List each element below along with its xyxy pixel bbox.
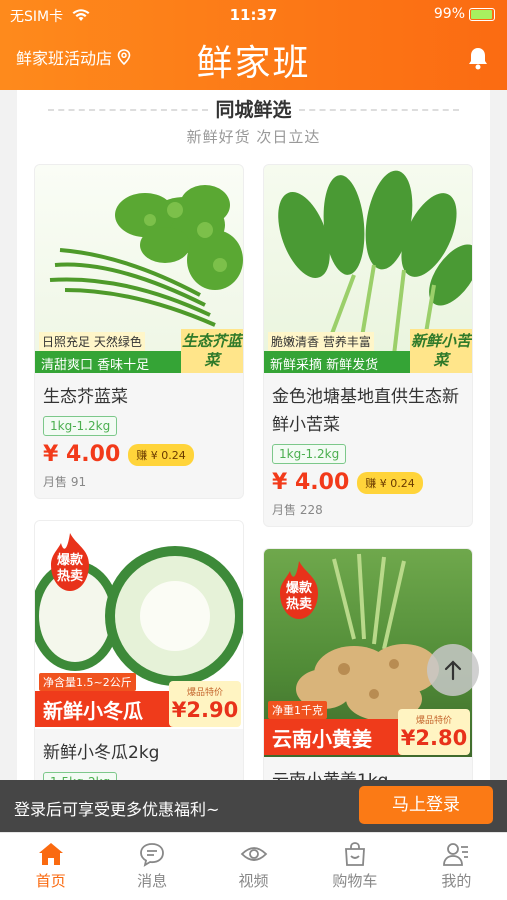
- tab-label: 消息: [137, 872, 168, 890]
- promo-banner: 净含量1.5~2公斤 新鲜小冬瓜 爆品特价 ¥2.90: [35, 671, 243, 729]
- monthly-sales: 月售 228: [272, 503, 323, 517]
- promo-subtext: 净含量1.5~2公斤: [39, 673, 136, 691]
- product-spec: 1kg-1.2kg: [272, 444, 347, 464]
- image-promo-strip: 脆嫩清香 营养丰富 新鲜采摘 新鲜发货 新鲜小苦菜: [264, 329, 472, 373]
- notification-bell-icon[interactable]: [467, 46, 489, 70]
- product-spec: 1.5kg-2kg: [43, 772, 118, 780]
- image-tag-top: 日照充足 天然绿色: [39, 332, 145, 351]
- video-eye-icon: [240, 847, 267, 861]
- tab-label: 我的: [441, 872, 472, 890]
- clock: 11:37: [229, 6, 278, 24]
- hot-sale-badge: 爆款热卖: [270, 559, 328, 623]
- earn-badge: 赚 ¥ 0.24: [357, 471, 423, 494]
- promo-title: 云南小黄姜: [264, 719, 404, 755]
- arrow-up-icon: [444, 660, 462, 681]
- product-image-kucai: 脆嫩清香 营养丰富 新鲜采摘 新鲜发货 新鲜小苦菜: [264, 165, 472, 373]
- promo-price-box: 爆品特价 ¥2.90: [169, 681, 241, 727]
- product-card[interactable]: 脆嫩清香 营养丰富 新鲜采摘 新鲜发货 新鲜小苦菜 金色池塘基地直供生态新鲜小苦…: [263, 164, 473, 527]
- promo-price-label: 爆品特价: [415, 716, 452, 726]
- image-tag-bottom: 新鲜采摘 新鲜发货: [264, 351, 414, 373]
- product-section: 同城鲜选 新鲜好货 次日立达 日照充足 天然绿色 清甜爽口 香味十足 生态芥蓝菜: [17, 90, 490, 780]
- product-name: 新鲜小冬瓜2kg: [43, 743, 160, 763]
- promo-price: ¥2.90: [171, 698, 239, 722]
- product-image-donggua: 爆款热卖 净含量1.5~2公斤 新鲜小冬瓜 爆品特价 ¥2.90: [35, 521, 243, 729]
- image-promo-strip: 日照充足 天然绿色 清甜爽口 香味十足 生态芥蓝菜: [35, 329, 243, 373]
- product-price: ¥ 4.00: [272, 470, 350, 495]
- home-icon: [38, 843, 63, 865]
- promo-price-box: 爆品特价 ¥2.80: [398, 709, 470, 755]
- bottom-tab-bar: 首页 消息 视频 购物车 我的: [0, 832, 507, 900]
- tab-video[interactable]: 视频: [203, 833, 304, 900]
- login-prompt-bar: 登录后可享受更多优惠福利~ 马上登录: [0, 780, 507, 832]
- status-bar: 无SIM卡 11:37 99%: [0, 6, 507, 26]
- product-card[interactable]: 日照充足 天然绿色 清甜爽口 香味十足 生态芥蓝菜 生态芥蓝菜 1kg-1.2k…: [34, 164, 244, 499]
- earn-badge: 赚 ¥ 0.24: [128, 443, 194, 466]
- battery-percent: 99%: [433, 6, 465, 22]
- battery-icon: [469, 7, 495, 21]
- battery-status: 99%: [434, 6, 495, 22]
- section-header: 同城鲜选 新鲜好货 次日立达: [17, 90, 490, 147]
- promo-subtext: 净重1千克: [268, 701, 327, 719]
- login-prompt-text: 登录后可享受更多优惠福利~: [14, 800, 220, 819]
- tab-label: 首页: [35, 872, 66, 890]
- price-row: ¥ 4.00 赚 ¥ 0.24: [264, 464, 472, 495]
- monthly-sales: 月售 91: [43, 475, 87, 489]
- price-row: ¥ 4.00 赚 ¥ 0.24: [35, 436, 243, 467]
- tab-home[interactable]: 首页: [0, 833, 101, 900]
- app-header: 无SIM卡 11:37 99% 鲜家班活动店 鲜家班: [0, 0, 507, 90]
- login-now-button[interactable]: 马上登录: [359, 786, 493, 824]
- promo-price-label: 爆品特价: [186, 688, 223, 698]
- tab-label: 视频: [238, 872, 269, 890]
- image-tag-top: 脆嫩清香 营养丰富: [268, 332, 374, 351]
- product-name: 生态芥蓝菜: [43, 387, 128, 407]
- image-tag-bottom: 清甜爽口 香味十足: [35, 351, 185, 373]
- back-to-top-button[interactable]: [427, 644, 479, 696]
- cart-bag-icon: [344, 842, 365, 866]
- brand-logo: 鲜家班: [196, 43, 311, 84]
- tab-messages[interactable]: 消息: [101, 833, 202, 900]
- tab-cart[interactable]: 购物车: [304, 833, 405, 900]
- promo-title: 新鲜小冬瓜: [35, 691, 175, 727]
- message-icon: [140, 843, 165, 867]
- hot-sale-text: 爆款热卖: [56, 553, 83, 584]
- tab-profile[interactable]: 我的: [406, 833, 507, 900]
- product-card[interactable]: 爆款热卖 净含量1.5~2公斤 新鲜小冬瓜 爆品特价 ¥2.90 新鲜小冬瓜2k…: [34, 520, 244, 780]
- section-title: 同城鲜选: [47, 95, 460, 122]
- profile-icon: [443, 843, 469, 866]
- product-name: 云南小黄姜1kg: [264, 757, 472, 780]
- tab-label: 购物车: [332, 872, 378, 890]
- image-tag-side: 新鲜小苦菜: [410, 329, 472, 373]
- product-spec: 1kg-1.2kg: [43, 416, 118, 436]
- product-name: 金色池塘基地直供生态新鲜小苦菜: [272, 387, 459, 435]
- section-subtitle: 新鲜好货 次日立达: [186, 128, 321, 146]
- promo-price: ¥2.80: [400, 726, 468, 750]
- promo-banner: 净重1千克 云南小黄姜 爆品特价 ¥2.80: [264, 699, 472, 757]
- hot-sale-badge: 爆款热卖: [41, 531, 99, 595]
- image-tag-side: 生态芥蓝菜: [181, 329, 243, 373]
- hot-sale-text: 爆款热卖: [285, 581, 312, 612]
- product-price: ¥ 4.00: [43, 442, 121, 467]
- product-image-kailan: 日照充足 天然绿色 清甜爽口 香味十足 生态芥蓝菜: [35, 165, 243, 373]
